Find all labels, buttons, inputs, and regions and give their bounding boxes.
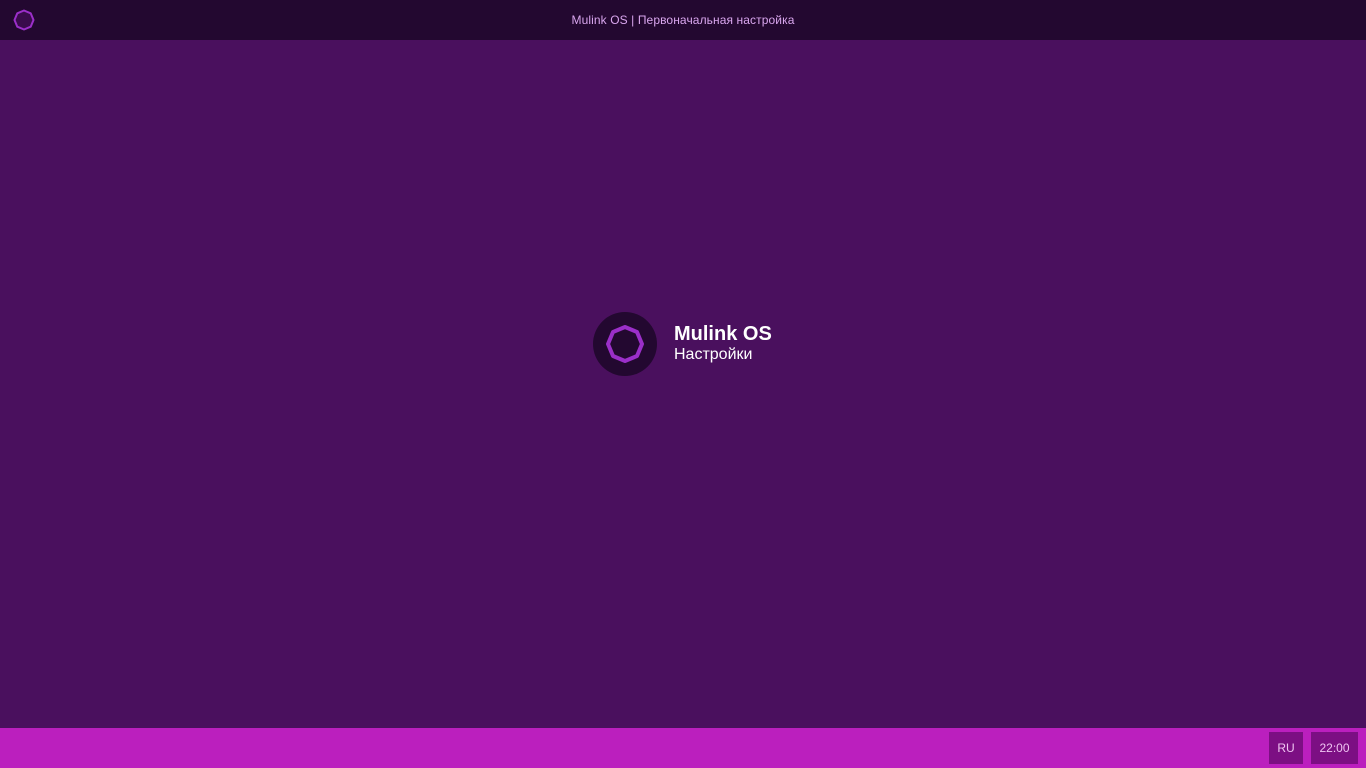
language-indicator-button[interactable]: RU [1269, 732, 1303, 764]
octagon-logo-icon[interactable] [13, 9, 35, 31]
octagon-logo-icon [593, 312, 657, 376]
desktop-area [0, 40, 1366, 728]
clock-button[interactable]: 22:00 [1311, 732, 1358, 764]
splash-text-block: Mulink OS Настройки [674, 323, 772, 365]
top-bar: Mulink OS | Первоначальная настройка [0, 0, 1366, 40]
window-title: Mulink OS | Первоначальная настройка [571, 13, 795, 27]
os-name: Mulink OS [674, 323, 772, 345]
splash-subtitle: Настройки [674, 346, 753, 363]
taskbar: RU 22:00 [0, 728, 1366, 768]
splash-brand: Mulink OS Настройки [593, 312, 772, 376]
